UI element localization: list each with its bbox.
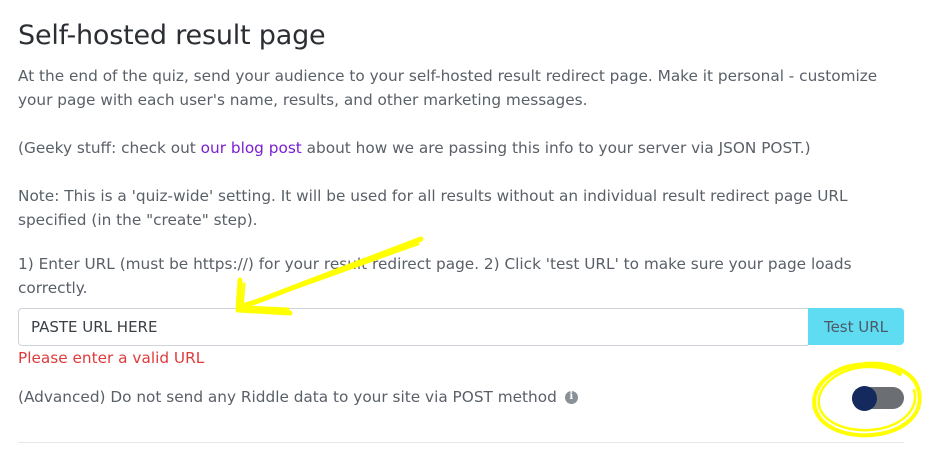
geeky-text: (Geeky stuff: check out our blog post ab… — [18, 136, 898, 160]
advanced-setting-row: (Advanced) Do not send any Riddle data t… — [18, 385, 578, 409]
no-post-toggle[interactable] — [852, 386, 904, 411]
description-text: At the end of the quiz, send your audien… — [18, 67, 878, 109]
info-icon[interactable]: i — [564, 390, 578, 404]
geeky-prefix: (Geeky stuff: check out — [18, 139, 201, 157]
blog-post-link[interactable]: our blog post — [201, 139, 302, 157]
note-text: Note: This is a 'quiz-wide' setting. It … — [18, 187, 848, 229]
divider — [18, 442, 904, 443]
url-error-message: Please enter a valid URL — [18, 349, 205, 367]
geeky-suffix: about how we are passing this info to yo… — [301, 139, 811, 157]
instructions-text: 1) Enter URL (must be https://) for your… — [18, 255, 852, 297]
advanced-setting-label: (Advanced) Do not send any Riddle data t… — [18, 388, 557, 406]
page-title: Self-hosted result page — [18, 20, 326, 51]
toggle-knob — [852, 386, 877, 411]
test-url-button[interactable]: Test URL — [808, 308, 904, 345]
url-input[interactable] — [18, 308, 808, 346]
url-form: Test URL — [18, 308, 904, 346]
